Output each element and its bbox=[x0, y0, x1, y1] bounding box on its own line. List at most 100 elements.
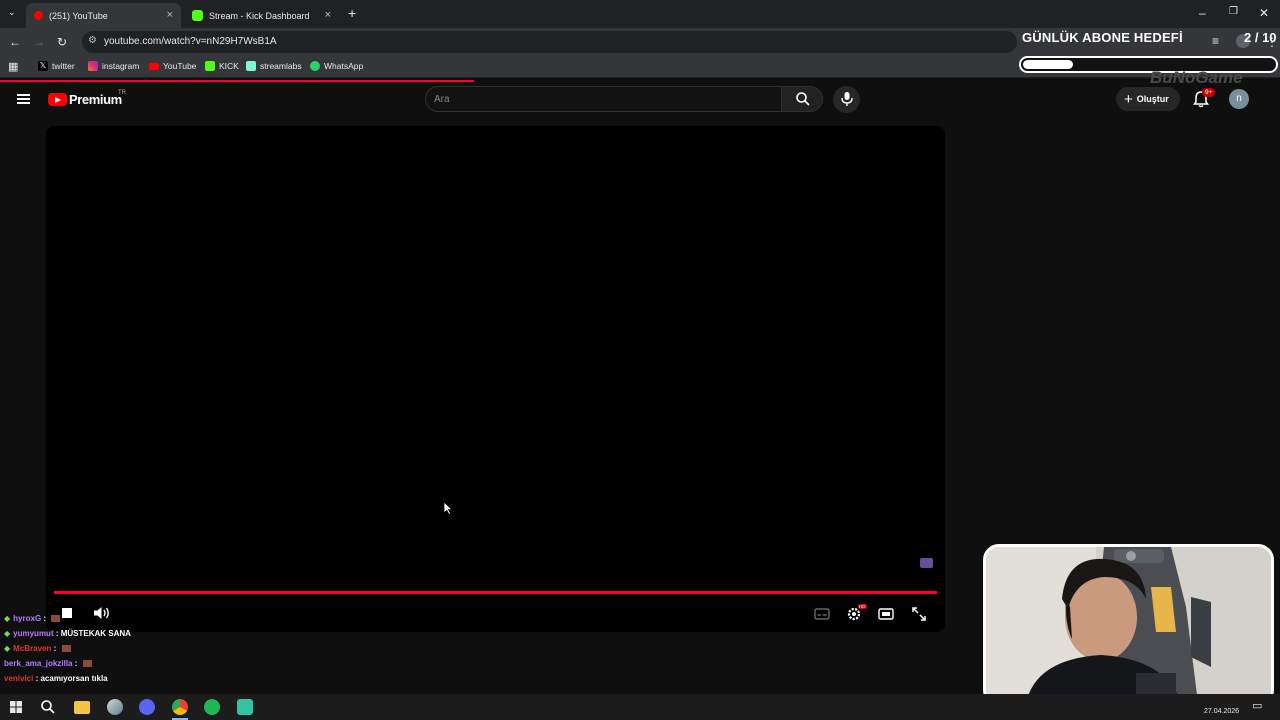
chat-text: MÜSTEKAK SANA bbox=[60, 629, 131, 638]
youtube-icon bbox=[149, 62, 159, 70]
discord-icon[interactable] bbox=[139, 699, 155, 715]
chat-username: berk_ama_jokzilla bbox=[4, 659, 73, 668]
browser-tab-strip: ⌄ (251) YouTube × Stream - Kick Dashboar… bbox=[0, 0, 1280, 28]
subtitles-icon[interactable] bbox=[814, 608, 830, 620]
instagram-icon bbox=[88, 61, 98, 71]
create-button[interactable]: + Oluştur bbox=[1116, 87, 1180, 111]
bookmark-youtube[interactable]: YouTube bbox=[149, 61, 196, 71]
chat-message: ◆ yumyumut : MÜSTEKAK SANA bbox=[4, 629, 131, 638]
chat-badge-diamond-icon: ◆ bbox=[4, 644, 11, 653]
bookmark-streamlabs-label: streamlabs bbox=[260, 61, 302, 71]
chat-username: yumyumut bbox=[13, 629, 54, 638]
chat-separator: : bbox=[53, 629, 61, 638]
search-button[interactable] bbox=[781, 86, 823, 112]
bookmark-twitter-label: twitter bbox=[52, 61, 75, 71]
back-icon[interactable]: ← bbox=[9, 35, 21, 49]
chrome-icon[interactable] bbox=[172, 699, 188, 715]
stop-icon[interactable] bbox=[62, 608, 72, 618]
plus-icon: + bbox=[1124, 90, 1133, 108]
minimize-icon[interactable]: – bbox=[1199, 6, 1206, 20]
video-player[interactable]: HD bbox=[46, 126, 945, 632]
youtube-favicon-icon bbox=[34, 11, 43, 20]
chat-badge-diamond-icon: ◆ bbox=[4, 614, 11, 623]
chat-emote-icon bbox=[51, 615, 61, 622]
bookmark-kick-label: KICK bbox=[219, 61, 239, 71]
bookmark-whatsapp[interactable]: WhatsApp bbox=[310, 61, 363, 71]
taskbar-date: 27.04.2026 bbox=[1204, 708, 1240, 715]
chat-emote-icon bbox=[61, 645, 71, 652]
search-icon bbox=[796, 92, 810, 106]
webcam-image bbox=[986, 547, 1271, 703]
tab-kick-dashboard[interactable]: Stream - Kick Dashboard × bbox=[184, 3, 339, 28]
voice-search-button[interactable] bbox=[833, 86, 860, 113]
bookmark-youtube-label: YouTube bbox=[163, 61, 197, 71]
microphone-icon bbox=[841, 92, 853, 106]
taskbar-search-icon[interactable] bbox=[40, 699, 56, 715]
chat-badge-diamond-icon: ◆ bbox=[4, 629, 11, 638]
hamburger-menu-icon[interactable] bbox=[17, 94, 30, 104]
chat-message: berk_ama_jokzilla : bbox=[4, 659, 92, 668]
quality-hd-badge: HD bbox=[858, 604, 867, 609]
bookmark-instagram[interactable]: instagram bbox=[88, 61, 139, 71]
subscriber-goal-progress-fill bbox=[1023, 60, 1073, 69]
file-explorer-icon[interactable] bbox=[74, 701, 90, 714]
create-button-label: Oluştur bbox=[1136, 94, 1169, 104]
forward-icon[interactable]: → bbox=[33, 35, 45, 49]
fullscreen-icon[interactable] bbox=[912, 607, 926, 621]
address-url[interactable]: youtube.com/watch?v=nN29H7WsB1A bbox=[104, 36, 277, 47]
restore-icon[interactable]: ❐ bbox=[1229, 6, 1238, 17]
snipping-tool-icon[interactable] bbox=[107, 699, 123, 715]
new-tab-button[interactable]: + bbox=[348, 5, 356, 21]
windows-start-icon[interactable] bbox=[8, 699, 24, 715]
tab-search-icon[interactable]: ⌄ bbox=[8, 7, 16, 18]
streamlabs-icon bbox=[246, 61, 256, 71]
tab-kick-label: Stream - Kick Dashboard bbox=[209, 10, 310, 21]
youtube-premium-logo-text[interactable]: Premium bbox=[69, 92, 122, 107]
bookmark-streamlabs[interactable]: streamlabs bbox=[246, 61, 302, 71]
chat-emote-icon bbox=[82, 660, 92, 667]
tab-youtube-close-icon[interactable]: × bbox=[167, 9, 173, 21]
apps-grid-icon[interactable]: ▦ bbox=[8, 60, 18, 73]
whatsapp-icon bbox=[310, 61, 320, 71]
tab-youtube[interactable]: (251) YouTube × bbox=[26, 3, 181, 28]
chat-message: ◆ McBraven : bbox=[4, 644, 71, 653]
bookmark-instagram-label: instagram bbox=[102, 61, 140, 71]
chat-text: acamıyorsan tıkla bbox=[40, 674, 108, 683]
tab-kick-close-icon[interactable]: × bbox=[325, 9, 331, 21]
address-bar[interactable]: ⚙ youtube.com/watch?v=nN29H7WsB1A bbox=[82, 31, 1017, 53]
kick-favicon-icon bbox=[192, 10, 203, 21]
account-avatar[interactable]: n bbox=[1229, 89, 1249, 109]
search-input[interactable] bbox=[434, 92, 764, 107]
youtube-logo-icon[interactable] bbox=[48, 93, 67, 106]
chat-separator: : bbox=[72, 659, 80, 668]
video-progress-bar[interactable] bbox=[54, 591, 937, 594]
chat-message: ◆ hyroxG : bbox=[4, 614, 61, 623]
chat-username: McBraven bbox=[13, 644, 52, 653]
youtube-header: Premium TR + Oluştur 9+ n bbox=[0, 82, 1280, 116]
reading-list-icon[interactable]: ≡ bbox=[1212, 34, 1219, 48]
region-code: TR bbox=[118, 90, 126, 96]
windows-taskbar: 27.04.2026 ▭ bbox=[0, 694, 1280, 720]
subscriber-goal-count: 2 / 10 bbox=[1244, 30, 1277, 45]
bookmark-twitter[interactable]: 𝕏 twitter bbox=[38, 61, 75, 71]
kick-icon bbox=[205, 61, 215, 71]
spotify-icon[interactable] bbox=[204, 699, 220, 715]
chat-separator: : bbox=[33, 674, 41, 683]
subscriber-goal-title: GÜNLÜK ABONE HEDEFİ bbox=[1022, 30, 1183, 45]
notification-center-icon[interactable]: ▭ bbox=[1252, 699, 1262, 712]
tab-youtube-label: (251) YouTube bbox=[49, 10, 108, 21]
streamlabs-app-icon[interactable] bbox=[237, 699, 253, 715]
webcam-feed bbox=[983, 544, 1274, 706]
site-info-icon[interactable]: ⚙ bbox=[88, 35, 97, 46]
volume-icon[interactable] bbox=[93, 606, 111, 620]
bookmark-kick[interactable]: KICK bbox=[205, 61, 239, 71]
theater-mode-icon[interactable] bbox=[878, 608, 894, 620]
x-icon: 𝕏 bbox=[38, 61, 48, 71]
window-close-icon[interactable]: ✕ bbox=[1259, 6, 1269, 20]
bookmark-whatsapp-label: WhatsApp bbox=[324, 61, 364, 71]
chat-username: venivici bbox=[4, 674, 34, 683]
notification-count-badge: 9+ bbox=[1202, 88, 1216, 97]
chat-username: hyroxG bbox=[13, 614, 42, 623]
mouse-cursor-icon bbox=[443, 501, 453, 515]
reload-icon[interactable]: ↻ bbox=[57, 35, 67, 49]
